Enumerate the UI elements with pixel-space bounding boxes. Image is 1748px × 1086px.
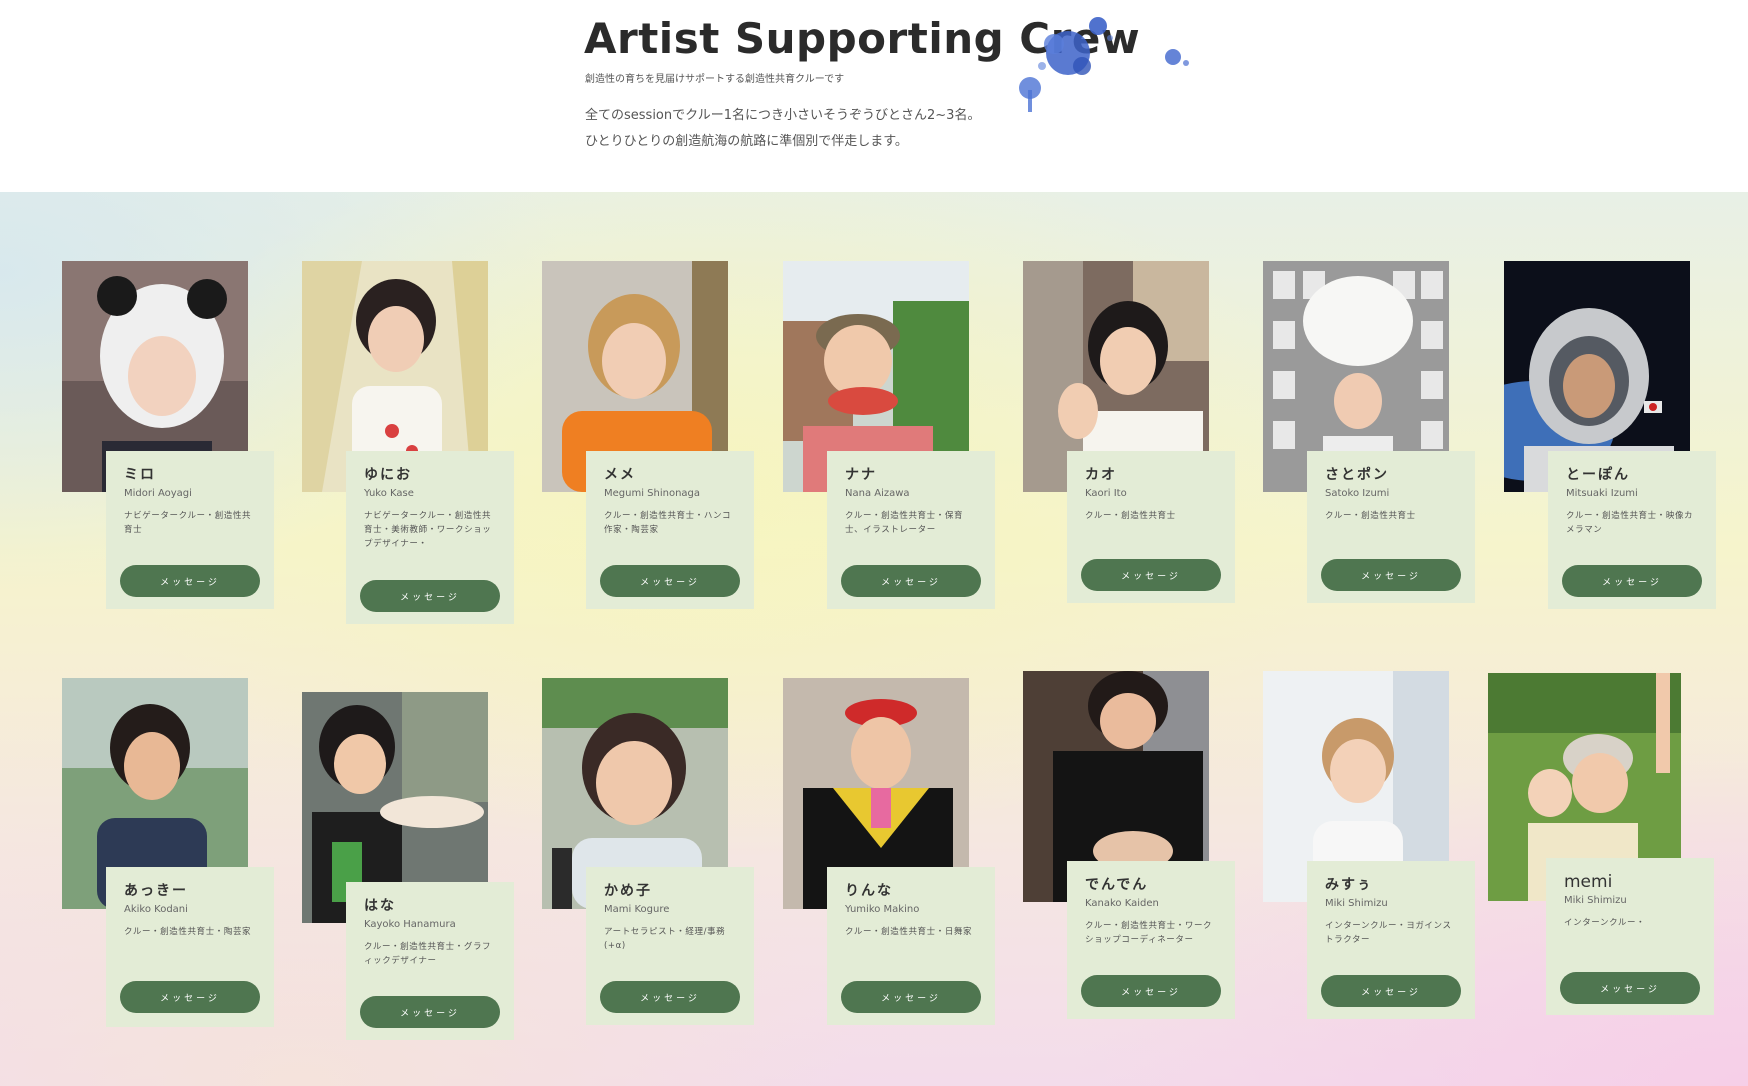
crew-role: クルー・創造性共育士・日舞家 [845,927,973,937]
intro-line-1: 全てのsessionでクルー1名につき小さいそうぞうびとさん2~3名。 [585,108,981,123]
crew-card: はな Kayoko Hanamura クルー・創造性共育士・グラフィックデザイナ… [346,882,514,1040]
message-button[interactable]: メッセージ [120,565,260,597]
crew-role: クルー・創造性共育士・ハンコ作家・陶芸家 [604,511,732,535]
crew-name: Mitsuaki Izumi [1566,488,1638,499]
crew-role: クルー・創造性共育士・保育士、イラストレーター [845,511,964,535]
page-subtitle: 創造性の育ちを見届けサポートする創造性共育クルーです [585,74,845,85]
message-button[interactable]: メッセージ [360,580,500,612]
message-button[interactable]: メッセージ [360,996,500,1028]
crew-card: みすぅ Miki Shimizu インターンクルー・ヨガインストラクター メッセ… [1307,861,1475,1019]
intro-line-2: ひとりひとりの創造航海の航路に準個別で伴走します。 [585,134,908,149]
crew-role: ナビゲータークルー・創造性共育士・美術教師・ワークショップデザイナー・ [364,511,492,549]
crew-card: かめ子 Mami Kogure アートセラピスト・経理/事務(+α) メッセージ [586,867,754,1025]
crew-name: Satoko Izumi [1325,488,1390,499]
paint-splash-decoration [1019,17,1189,112]
crew-nickname: かめ子 [604,883,652,899]
crew-role: クルー・創造性共育士 [1325,511,1416,521]
page-header: Artist Supporting Crew 創造性の育ちを見届けサポートする創… [0,0,1748,192]
message-button[interactable]: メッセージ [841,981,981,1013]
intro-text: 全てのsessionでクルー1名につき小さいそうぞうびとさん2~3名。 ひとりひ… [585,103,980,155]
crew-nickname: はな [364,898,396,914]
crew-role: クルー・創造性共育士・グラフィックデザイナー [364,942,492,966]
crew-nickname: ナナ [845,467,877,483]
crew-role: アートセラピスト・経理/事務(+α) [604,927,726,951]
crew-name: Miki Shimizu [1564,895,1627,906]
crew-card: あっきー Akiko Kodani クルー・創造性共育士・陶芸家 メッセージ [106,867,274,1027]
crew-card: りんな Yumiko Makino クルー・創造性共育士・日舞家 メッセージ [827,867,995,1025]
message-button[interactable]: メッセージ [1562,565,1702,597]
crew-role: インターンクルー・ [1564,918,1646,928]
crew-name: Kaori Ito [1085,488,1127,499]
crew-card: ミロ Midori Aoyagi ナビゲータークルー・創造性共育士 メッセージ [106,451,274,609]
crew-role: ナビゲータークルー・創造性共育士 [124,511,252,535]
crew-role: クルー・創造性共育士・ワークショップコーディネーター [1085,921,1213,945]
crew-nickname: とーぽん [1566,467,1630,483]
crew-nickname: みすぅ [1325,877,1373,893]
crew-name: Kayoko Hanamura [364,919,456,930]
message-button[interactable]: メッセージ [1081,559,1221,591]
message-button[interactable]: メッセージ [1560,972,1700,1004]
crew-nickname: あっきー [124,883,188,899]
crew-name: Kanako Kaiden [1085,898,1159,909]
crew-card: カオ Kaori Ito クルー・創造性共育士 メッセージ [1067,451,1235,603]
crew-nickname: ゆにお [364,467,412,483]
crew-card: メメ Megumi Shinonaga クルー・創造性共育士・ハンコ作家・陶芸家… [586,451,754,609]
crew-role: インターンクルー・ヨガインストラクター [1325,921,1452,945]
message-button[interactable]: メッセージ [600,565,740,597]
message-button[interactable]: メッセージ [841,565,981,597]
crew-nickname: さとポン [1325,467,1389,483]
crew-name: Yuko Kase [364,488,414,499]
message-button[interactable]: メッセージ [120,981,260,1013]
crew-name: Megumi Shinonaga [604,488,701,499]
crew-name: Nana Aizawa [845,488,910,499]
message-button[interactable]: メッセージ [600,981,740,1013]
crew-nickname: でんでん [1085,877,1149,893]
crew-card: とーぽん Mitsuaki Izumi クルー・創造性共育士・映像カメラマン メ… [1548,451,1716,609]
crew-nickname: ミロ [124,467,156,483]
message-button[interactable]: メッセージ [1321,559,1461,591]
crew-card: でんでん Kanako Kaiden クルー・創造性共育士・ワークショップコーデ… [1067,861,1235,1019]
crew-name: Yumiko Makino [845,904,920,915]
crew-role: クルー・創造性共育士・陶芸家 [124,927,252,937]
message-button[interactable]: メッセージ [1321,975,1461,1007]
crew-name: Akiko Kodani [124,904,188,915]
crew-card: さとポン Satoko Izumi クルー・創造性共育士 メッセージ [1307,451,1475,603]
crew-name: Midori Aoyagi [124,488,192,499]
crew-name: Miki Shimizu [1325,898,1388,909]
crew-nickname: メメ [604,467,636,483]
crew-name: Mami Kogure [604,904,670,915]
crew-nickname: りんな [845,883,893,899]
crew-card: ゆにお Yuko Kase ナビゲータークルー・創造性共育士・美術教師・ワークシ… [346,451,514,624]
crew-role: クルー・創造性共育士・映像カメラマン [1566,511,1694,535]
crew-card: ナナ Nana Aizawa クルー・創造性共育士・保育士、イラストレーター メ… [827,451,995,609]
message-button[interactable]: メッセージ [1081,975,1221,1007]
crew-card: memi Miki Shimizu インターンクルー・ メッセージ [1546,858,1714,1015]
crew-role: クルー・創造性共育士 [1085,511,1176,521]
crew-nickname: memi [1564,872,1613,892]
crew-nickname: カオ [1085,467,1117,483]
